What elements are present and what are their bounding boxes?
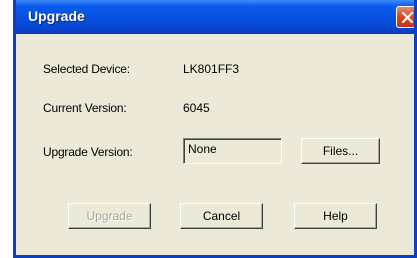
upgrade-version-label: Upgrade Version:: [43, 145, 133, 159]
close-icon: [401, 11, 414, 24]
selected-device-label: Selected Device:: [43, 62, 130, 76]
title-bar[interactable]: Upgrade: [16, 0, 414, 34]
current-version-label: Current Version:: [43, 101, 127, 115]
upgrade-version-field: None: [183, 138, 282, 164]
cancel-button[interactable]: Cancel: [180, 203, 263, 229]
upgrade-dialog: Upgrade Selected Device: LK801FF3 Curren…: [13, 0, 417, 258]
window-title: Upgrade: [28, 8, 85, 24]
files-button[interactable]: Files...: [301, 138, 380, 164]
selected-device-value: LK801FF3: [183, 62, 240, 76]
upgrade-button[interactable]: Upgrade: [68, 203, 151, 229]
upgrade-version-value: None: [188, 142, 217, 156]
help-button[interactable]: Help: [294, 203, 377, 229]
current-version-value: 6045: [183, 101, 210, 115]
close-button[interactable]: [396, 6, 414, 28]
